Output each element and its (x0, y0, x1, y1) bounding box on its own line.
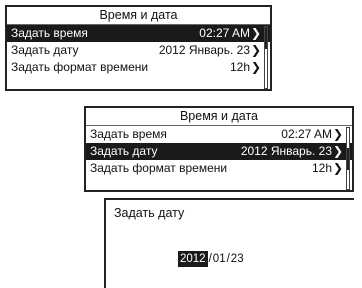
set-date-screen: Задать дату 2012/01/23 (104, 198, 354, 288)
scrollbar[interactable] (264, 26, 268, 89)
menu-item-set-date[interactable]: Задать дату 2012 Январь. 23 ❯ (86, 143, 352, 160)
month-field[interactable]: 01 (213, 251, 226, 267)
menu-item-set-time-format[interactable]: Задать формат времени 12h ❯ (86, 160, 352, 177)
menu-item-value: 2012 Январь. 23 (240, 144, 332, 158)
menu-item-label: Задать формат времени (90, 161, 228, 175)
scrollbar[interactable] (346, 127, 350, 190)
day-field[interactable]: 23 (231, 251, 244, 267)
menu-item-set-time[interactable]: Задать время 02:27 AM ❯ (7, 25, 270, 42)
menu-item-label: Задать время (11, 26, 88, 40)
screen-title: Задать дату (114, 206, 185, 220)
menu-item-label: Задать дату (90, 144, 158, 158)
menu-item-value: 12h (311, 161, 332, 175)
menu-item-set-time-format[interactable]: Задать формат времени 12h ❯ (7, 59, 270, 76)
scrollbar-thumb[interactable] (265, 27, 267, 49)
chevron-right-icon: ❯ (250, 26, 261, 40)
chevron-right-icon: ❯ (250, 60, 261, 74)
menu-item-label: Задать дату (11, 43, 79, 57)
time-date-menu-screen-1: Время и дата Задать время 02:27 AM ❯ Зад… (5, 5, 272, 91)
menu-item-set-date[interactable]: Задать дату 2012 Январь. 23 ❯ (7, 42, 270, 59)
chevron-right-icon: ❯ (332, 144, 343, 158)
date-editor: 2012/01/23 (178, 251, 244, 267)
menu-title: Время и дата (86, 108, 352, 126)
scrollbar-thumb[interactable] (347, 148, 349, 170)
year-field[interactable]: 2012 (178, 251, 208, 267)
chevron-right-icon: ❯ (332, 161, 343, 175)
menu-item-value: 02:27 AM (199, 26, 250, 40)
menu-item-value: 2012 Январь. 23 (158, 43, 250, 57)
time-date-menu-screen-2: Время и дата Задать время 02:27 AM ❯ Зад… (84, 106, 354, 192)
chevron-right-icon: ❯ (250, 43, 261, 57)
menu-item-value: 12h (229, 60, 250, 74)
chevron-right-icon: ❯ (332, 127, 343, 141)
menu-title: Время и дата (7, 7, 270, 25)
menu-item-label: Задать формат времени (11, 60, 149, 74)
menu-item-value: 02:27 AM (281, 127, 332, 141)
menu-item-label: Задать время (90, 127, 167, 141)
menu-item-set-time[interactable]: Задать время 02:27 AM ❯ (86, 126, 352, 143)
